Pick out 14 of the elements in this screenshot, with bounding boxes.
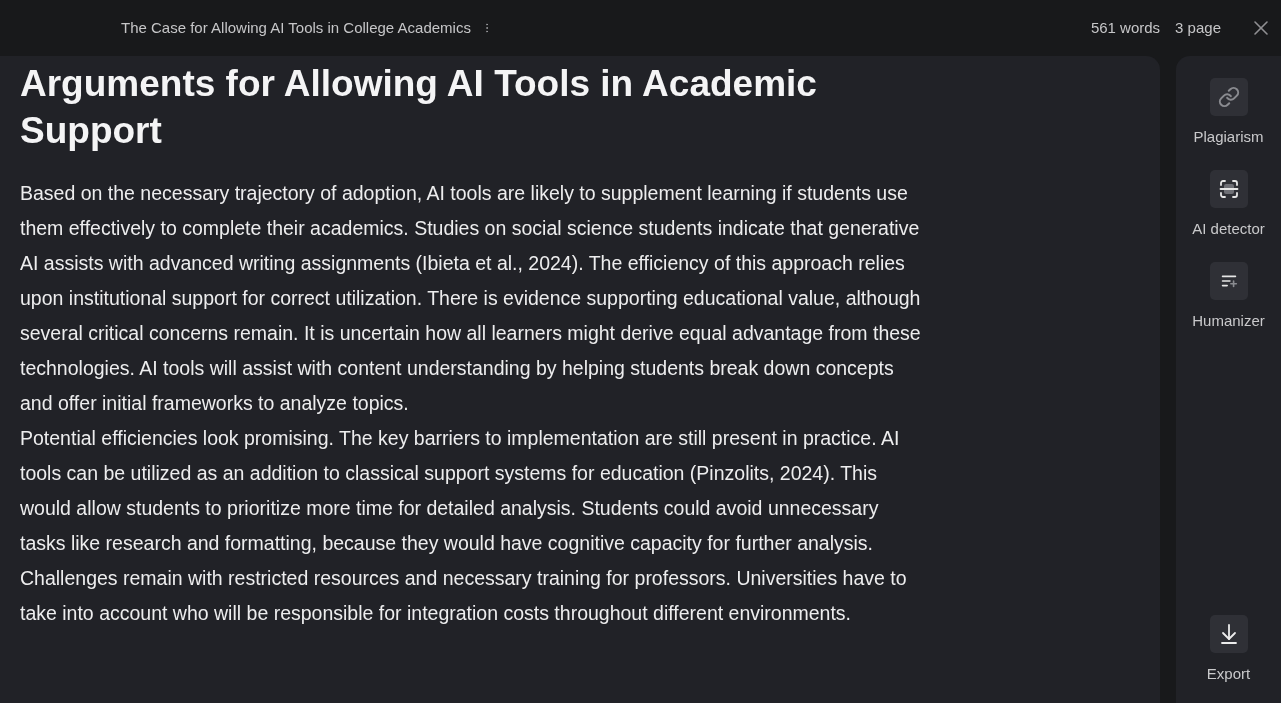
heading: Arguments for Allowing AI Tools in Academic Support (20, 62, 818, 153)
download-icon (1209, 615, 1248, 653)
page-count: 3 page (1175, 17, 1221, 38)
tool-button[interactable]: AI detector (1176, 170, 1281, 238)
tool-button[interactable]: Export (1176, 615, 1281, 683)
tool-button[interactable]: Plagiarism (1176, 78, 1281, 146)
paragraph: Potential efficiencies look promising. The key barriers to implementation are still present in practice. AI tools can be utilized as an addition to classical support systems for education (Pinzolits, 2024). This would allow students to prioritize more time for detailed analysis. Students could avoid unnecessary tasks like research and formatting, because they would have cognitive capacity for further analysis. Challenges remain with restricted resources and necessary training for professors. Universities have to take into account who will be responsible for integration costs throughout different environments. (20, 426, 908, 626)
scan-icon (1209, 170, 1248, 208)
word-count: 561 words (1090, 17, 1161, 38)
list-plus-icon (1209, 262, 1248, 300)
paragraph: Based on the necessary trajectory of adoption, AI tools are likely to supplement learning if students use them effectively to complete their academics. Studies on social science students indicate that generative AI assists with advanced writing assignments (Ibieta et al., 2024). The efficiency of this approach relies upon institutional support for correct utilization. There is evidence supporting educational value, although several critical concerns remain. It is uncertain how all learners might derive equal advantage from these technologies. AI tools will assist with content understanding by helping students break down concepts and offer initial frameworks to analyze topics. (20, 181, 922, 416)
document-title: The Case for Allowing AI Tools in College Academics (121, 17, 471, 38)
tool-button[interactable]: Humanizer (1176, 262, 1281, 330)
link-icon (1209, 78, 1248, 116)
